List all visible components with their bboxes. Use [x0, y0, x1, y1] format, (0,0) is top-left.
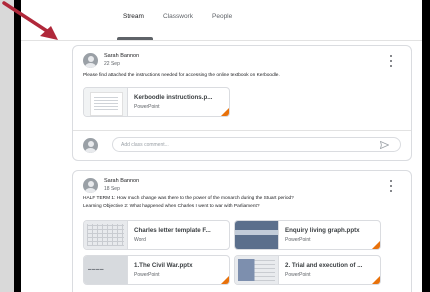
attachment-title: 2. Trial and execution of ... — [285, 262, 363, 269]
attachment-card[interactable]: ▬▬▬▬ 1.The Civil War.pptx PowerPoint — [83, 255, 230, 285]
more-options-icon[interactable] — [389, 180, 393, 192]
post-date: 22 Sep — [104, 61, 120, 67]
class-comment-input[interactable] — [112, 137, 401, 152]
annotation-arrow — [2, 1, 58, 40]
more-options-icon[interactable] — [389, 55, 393, 67]
attachment-card[interactable]: Enquiry living graph.pptx PowerPoint — [234, 220, 381, 250]
attachment-type: Word — [134, 237, 146, 243]
powerpoint-corner-icon — [372, 276, 380, 284]
post-text-line: HALF TERM 1: How much change was there t… — [83, 196, 294, 201]
attachment-card[interactable]: Kerboodle instructions.p... PowerPoint — [83, 87, 230, 117]
post-date: 18 Sep — [104, 186, 120, 192]
attachment-type: PowerPoint — [134, 272, 160, 278]
avatar — [83, 53, 98, 68]
file-thumbnail — [84, 88, 128, 116]
post-text-line: Please find attached the instructions ne… — [83, 73, 280, 78]
attachment-type: PowerPoint — [285, 237, 311, 243]
attachment-type: PowerPoint — [285, 272, 311, 278]
active-tab-indicator — [117, 37, 153, 40]
attachment-card[interactable]: Charles letter template F... Word — [83, 220, 230, 250]
divider — [73, 130, 411, 131]
post-text: Please find attached the instructions ne… — [83, 72, 280, 80]
classroom-window: Stream Classwork People Sarah Bannon 22 … — [21, 0, 422, 292]
powerpoint-corner-icon — [221, 108, 229, 116]
post-author: Sarah Bannon — [104, 53, 140, 59]
avatar — [83, 138, 98, 153]
send-icon[interactable] — [380, 141, 389, 149]
stream-post: Sarah Bannon 22 Sep Please find attached… — [72, 45, 412, 161]
powerpoint-corner-icon — [221, 276, 229, 284]
post-text: HALF TERM 1: How much change was there t… — [83, 195, 294, 210]
comment-row — [83, 137, 411, 154]
file-thumbnail: ▬▬▬▬ — [84, 256, 128, 284]
attachment-title: Enquiry living graph.pptx — [285, 227, 360, 234]
file-thumbnail — [235, 256, 279, 284]
stream-post: Sarah Bannon 18 Sep HALF TERM 1: How muc… — [72, 170, 412, 292]
attachment-type: PowerPoint — [134, 104, 160, 110]
attachment-card[interactable]: 2. Trial and execution of ... PowerPoint — [234, 255, 381, 285]
powerpoint-corner-icon — [372, 241, 380, 249]
tab-people[interactable]: People — [212, 13, 232, 20]
file-thumbnail — [235, 221, 279, 249]
avatar — [83, 178, 98, 193]
attachment-title: Charles letter template F... — [134, 227, 211, 234]
attachment-title: Kerboodle instructions.p... — [134, 94, 213, 101]
top-tab-bar: Stream Classwork People — [21, 0, 422, 41]
post-author: Sarah Bannon — [104, 178, 140, 184]
file-thumbnail — [84, 221, 128, 249]
post-text-line: Learning Objective 2: What happened when… — [83, 203, 260, 209]
tab-classwork[interactable]: Classwork — [163, 13, 193, 20]
tab-stream[interactable]: Stream — [123, 13, 144, 20]
attachment-title: 1.The Civil War.pptx — [134, 262, 193, 269]
